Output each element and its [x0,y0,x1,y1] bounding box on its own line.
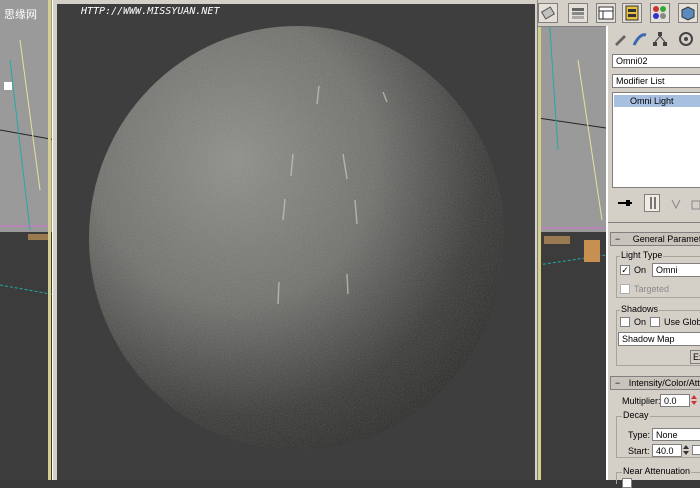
shadow-type-dropdown[interactable]: Shadow Map [618,332,700,346]
modifier-stack[interactable]: Omni Light [612,92,700,188]
modifier-list-dropdown[interactable]: Modifier List [612,74,700,88]
multiplier-spinner-icon[interactable] [690,394,698,406]
multiplier-field[interactable]: 0.0 [660,394,690,407]
light-on-label: On [634,265,647,275]
decay-type-label: Type: [628,430,651,440]
multiplier-label: Multiplier: [622,396,661,406]
track-view-icon[interactable] [596,3,616,23]
main-toolbar [538,0,700,27]
shadows-label: Shadows [620,304,660,314]
remove-modifier-icon[interactable] [690,198,700,210]
render-frame-window[interactable]: HTTP://WWW.MISSYUAN.NET [52,0,538,480]
rollout-toggle-icon: − [615,378,621,388]
divider [608,222,700,223]
rollout-title: Intensity/Color/Atten [628,378,700,388]
decay-label: Decay [622,410,650,420]
motion-tab-icon[interactable] [678,31,694,47]
make-unique-icon[interactable] [670,198,682,210]
light-type-dropdown[interactable]: Omni [652,263,700,277]
watermark-chinese: 思缘网 [4,9,37,21]
near-attenuation-label: Near Attenuation [622,466,692,476]
pin-stack-icon[interactable] [618,198,632,208]
targeted-label: Targeted [634,284,670,294]
command-panel: Omni02 Modifier List Omni Light − Genera… [606,26,700,488]
decay-type-dropdown[interactable]: None [652,428,700,441]
schematic-view-icon[interactable] [622,3,642,23]
general-parameters-rollout[interactable]: − General Paramete [610,232,700,246]
light-type-label: Light Type [620,250,664,260]
intensity-rollout[interactable]: − Intensity/Color/Atten [610,376,700,390]
layers-icon[interactable] [568,3,588,23]
targeted-checkbox[interactable] [620,284,630,294]
decay-start-field[interactable]: 40.0 [652,444,682,457]
modifier-stack-item[interactable]: Omni Light [614,95,700,107]
decay-start-spinner-icon[interactable] [682,444,690,456]
viewport-left[interactable] [0,0,56,480]
rendered-sphere [89,26,505,450]
rollout-toggle-icon: − [615,234,621,244]
eraser-icon[interactable] [538,3,558,23]
shadows-on-label: On [634,317,647,327]
rendered-image [57,4,535,480]
show-decay-checkbox[interactable] [692,445,700,455]
exclude-button[interactable]: Ex [690,350,700,364]
hierarchy-tab-icon[interactable] [652,31,668,47]
create-tab-icon[interactable] [612,31,628,47]
use-global-label: Use Global [664,317,700,327]
viewport-frame [48,0,51,480]
use-global-checkbox[interactable] [650,317,660,327]
modify-tab-icon[interactable] [632,31,648,47]
viewport-frame [538,0,541,480]
object-name-field[interactable]: Omni02 [612,54,700,68]
light-on-checkbox[interactable]: ✓ [620,265,630,275]
decay-start-label: Start: [628,446,650,456]
rollout-title: General Paramete [632,234,700,244]
render-scene-icon[interactable] [678,3,698,23]
shadows-on-checkbox[interactable] [620,317,630,327]
viewport-right-wireframe [538,0,606,266]
show-end-result-button[interactable] [644,194,660,212]
viewport-right[interactable] [538,0,606,480]
material-editor-icon[interactable] [650,3,670,23]
watermark-url: HTTP://WWW.MISSYUAN.NET [81,6,220,17]
